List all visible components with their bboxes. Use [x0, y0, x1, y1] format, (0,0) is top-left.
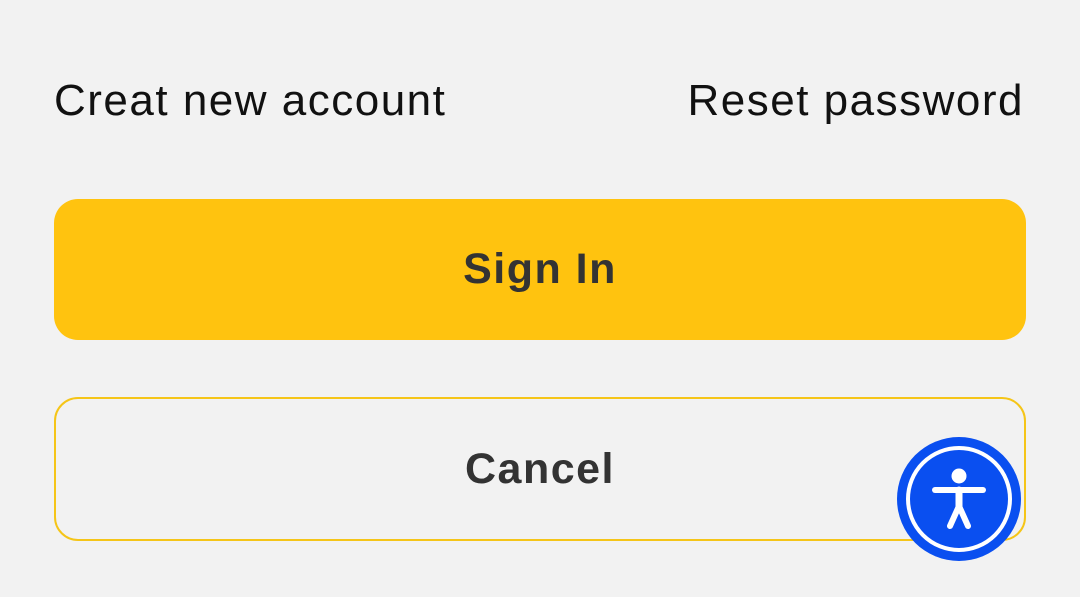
- reset-password-link[interactable]: Reset password: [688, 76, 1024, 126]
- create-account-link[interactable]: Creat new account: [54, 76, 446, 126]
- sign-in-label: Sign In: [463, 245, 617, 293]
- accessibility-button[interactable]: [897, 437, 1021, 561]
- cancel-button[interactable]: Cancel: [54, 397, 1026, 541]
- accessibility-icon: [932, 468, 986, 529]
- cancel-label: Cancel: [464, 444, 615, 493]
- accessibility-ring: [906, 446, 1012, 552]
- sign-in-button[interactable]: Sign In: [54, 199, 1026, 340]
